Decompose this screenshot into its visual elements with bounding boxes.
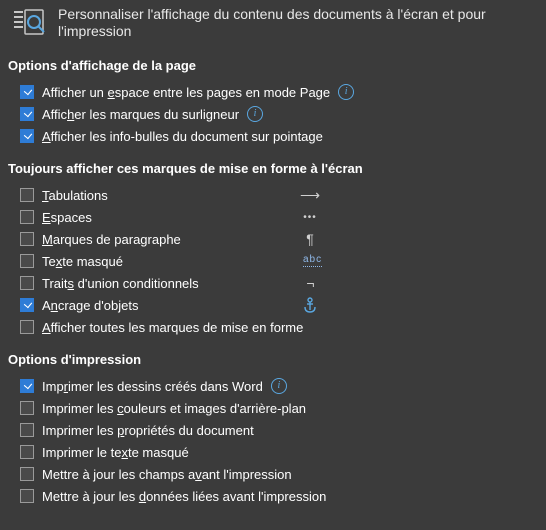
option-spaces: Espaces ••• (20, 206, 546, 228)
option-update-fields: Mettre à jour les champs avant l'impress… (20, 463, 546, 485)
option-show-tooltips: Afficher les info-bulles du document sur… (20, 125, 546, 147)
checkbox-spaces[interactable] (20, 210, 34, 224)
label-print-properties[interactable]: Imprimer les propriétés du document (42, 423, 254, 438)
option-print-background: Imprimer les couleurs et images d'arrièr… (20, 397, 546, 419)
option-optional-hyphens: Traits d'union conditionnels ¬ (20, 272, 546, 294)
label-show-all-marks[interactable]: Afficher toutes les marques de mise en f… (42, 320, 303, 335)
tab-arrow-icon: ⟶ (295, 187, 325, 204)
info-icon[interactable]: i (338, 84, 354, 100)
header: Personnaliser l'affichage du contenu des… (0, 6, 546, 50)
option-print-hidden-text: Imprimer le texte masqué (20, 441, 546, 463)
checkbox-update-linked-data[interactable] (20, 489, 34, 503)
option-hidden-text: Texte masqué abc (20, 250, 546, 272)
label-hidden-text[interactable]: Texte masqué (42, 254, 123, 269)
label-show-highlighter-marks[interactable]: Afficher les marques du surligneur (42, 107, 239, 122)
option-paragraph-marks: Marques de paragraphe ¶ (20, 228, 546, 250)
option-update-linked-data: Mettre à jour les données liées avant l'… (20, 485, 546, 507)
pilcrow-icon: ¶ (295, 231, 325, 247)
checkbox-print-background[interactable] (20, 401, 34, 415)
option-print-properties: Imprimer les propriétés du document (20, 419, 546, 441)
label-update-linked-data[interactable]: Mettre à jour les données liées avant l'… (42, 489, 326, 504)
label-paragraph-marks[interactable]: Marques de paragraphe (42, 232, 181, 247)
checkbox-update-fields[interactable] (20, 467, 34, 481)
printing-options: Imprimer les dessins créés dans Word i I… (0, 375, 546, 513)
option-show-space-between-pages: Afficher un espace entre les pages en mo… (20, 81, 546, 103)
optional-hyphen-icon: ¬ (295, 275, 325, 291)
label-show-space-between-pages[interactable]: Afficher un espace entre les pages en mo… (42, 85, 330, 100)
hidden-text-abc-icon: abc (303, 255, 322, 267)
checkbox-show-all-marks[interactable] (20, 320, 34, 334)
label-print-hidden-text[interactable]: Imprimer le texte masqué (42, 445, 189, 460)
checkbox-print-properties[interactable] (20, 423, 34, 437)
checkbox-tabs[interactable] (20, 188, 34, 202)
checkbox-optional-hyphens[interactable] (20, 276, 34, 290)
option-tabs: Tabulations ⟶ (20, 184, 546, 206)
checkbox-show-highlighter-marks[interactable] (20, 107, 34, 121)
option-show-highlighter-marks: Afficher les marques du surligneur i (20, 103, 546, 125)
checkbox-show-tooltips[interactable] (20, 129, 34, 143)
label-tabs[interactable]: Tabulations (42, 188, 108, 203)
label-print-drawings[interactable]: Imprimer les dessins créés dans Word (42, 379, 263, 394)
checkbox-object-anchors[interactable] (20, 298, 34, 312)
section-title-printing: Options d'impression (0, 344, 546, 375)
option-print-drawings: Imprimer les dessins créés dans Word i (20, 375, 546, 397)
anchor-icon (295, 297, 325, 313)
display-options-icon (12, 6, 46, 40)
checkbox-print-drawings[interactable] (20, 379, 34, 393)
info-icon[interactable]: i (271, 378, 287, 394)
section-title-formatting-marks: Toujours afficher ces marques de mise en… (0, 153, 546, 184)
checkbox-paragraph-marks[interactable] (20, 232, 34, 246)
info-icon[interactable]: i (247, 106, 263, 122)
label-print-background[interactable]: Imprimer les couleurs et images d'arrièr… (42, 401, 306, 416)
section-title-page-display: Options d'affichage de la page (0, 50, 546, 81)
checkbox-show-space-between-pages[interactable] (20, 85, 34, 99)
option-object-anchors: Ancrage d'objets (20, 294, 546, 316)
checkbox-hidden-text[interactable] (20, 254, 34, 268)
label-show-tooltips[interactable]: Afficher les info-bulles du document sur… (42, 129, 323, 144)
spaces-dots-icon: ••• (295, 212, 325, 223)
formatting-marks-options: Tabulations ⟶ Espaces ••• Marques de par… (0, 184, 546, 344)
checkbox-print-hidden-text[interactable] (20, 445, 34, 459)
label-update-fields[interactable]: Mettre à jour les champs avant l'impress… (42, 467, 292, 482)
label-object-anchors[interactable]: Ancrage d'objets (42, 298, 138, 313)
label-spaces[interactable]: Espaces (42, 210, 92, 225)
page-title: Personnaliser l'affichage du contenu des… (58, 6, 538, 40)
page-display-options: Afficher un espace entre les pages en mo… (0, 81, 546, 153)
label-optional-hyphens[interactable]: Traits d'union conditionnels (42, 276, 199, 291)
option-show-all-marks: Afficher toutes les marques de mise en f… (20, 316, 546, 338)
